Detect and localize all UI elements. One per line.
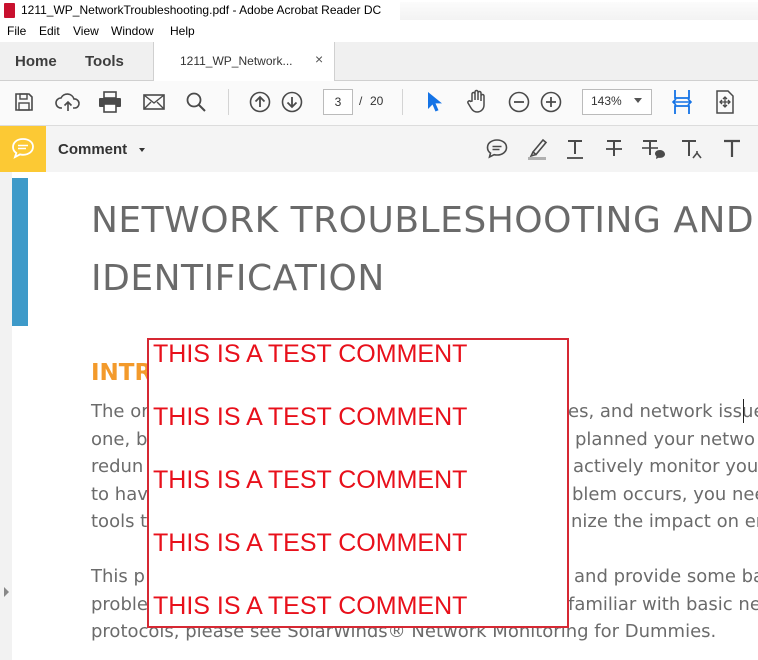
hand-icon[interactable] [465, 88, 489, 114]
strikethrough-text-icon[interactable] [603, 137, 625, 161]
body-text-right: planned your netwo [575, 429, 755, 450]
email-icon[interactable] [142, 92, 166, 112]
menu-help[interactable]: Help [170, 24, 195, 38]
chevron-down-icon[interactable] [634, 98, 642, 103]
comment-bubble-icon [12, 138, 34, 159]
menu-edit[interactable]: Edit [39, 24, 60, 38]
expand-panel-arrow-icon[interactable] [4, 587, 9, 597]
replace-text-icon[interactable] [640, 137, 668, 161]
body-text-left: redun [91, 456, 144, 477]
add-text-icon[interactable] [721, 137, 743, 161]
document-heading-line-2: IDENTIFICATION [91, 258, 385, 299]
comment-text-line: THIS IS A TEST COMMENT [153, 340, 468, 368]
zoom-out-icon[interactable] [507, 90, 531, 114]
upload-cloud-icon[interactable] [55, 91, 81, 113]
page-down-icon[interactable] [280, 90, 304, 114]
body-text-left: This p [91, 566, 145, 587]
comment-menu-label[interactable]: Comment [58, 141, 127, 158]
menu-view[interactable]: View [73, 24, 99, 38]
body-text-left: tools t [91, 511, 148, 532]
body-text-right: nize the impact on en [571, 511, 758, 532]
underline-text-icon[interactable] [564, 137, 586, 161]
menu-window[interactable]: Window [111, 24, 154, 38]
document-heading-line-1: NETWORK TROUBLESHOOTING AND [91, 200, 755, 241]
print-icon[interactable] [97, 90, 123, 114]
body-text-right: blem occurs, you nee [572, 484, 758, 505]
text-cursor [743, 399, 744, 423]
document-side-accent-bar [12, 178, 28, 326]
body-text-left: to hav [91, 484, 148, 505]
body-text-left: The or [91, 401, 149, 422]
comment-text-line: THIS IS A TEST COMMENT [153, 592, 468, 620]
tab-close-button[interactable]: × [315, 51, 323, 67]
search-icon[interactable] [185, 91, 207, 113]
tab-document-label: 1211_WP_Network... [180, 54, 293, 68]
sticky-note-icon[interactable] [485, 138, 509, 160]
insert-text-icon[interactable] [679, 137, 707, 161]
body-text-left: proble [91, 594, 148, 615]
body-text-right: familiar with basic ne [568, 594, 758, 615]
comment-text-line: THIS IS A TEST COMMENT [153, 466, 468, 494]
page-up-icon[interactable] [248, 90, 272, 114]
toolbar-separator [402, 89, 403, 115]
section-heading: INTR [91, 360, 153, 386]
tab-home[interactable]: Home [15, 53, 57, 70]
save-icon[interactable] [13, 91, 35, 113]
pdf-app-icon [4, 3, 15, 18]
toolbar-separator [228, 89, 229, 115]
page-number-input[interactable]: 3 [323, 89, 353, 115]
fit-width-icon[interactable] [670, 88, 694, 116]
chevron-down-icon[interactable] [139, 148, 145, 152]
window-title: 1211_WP_NetworkTroubleshooting.pdf - Ado… [21, 3, 382, 17]
comment-text-line: THIS IS A TEST COMMENT [153, 529, 468, 557]
highlight-icon[interactable] [525, 136, 549, 162]
fit-page-icon[interactable] [714, 89, 736, 115]
body-text-right: and provide some ba [574, 566, 758, 587]
menu-file[interactable]: File [7, 24, 26, 38]
page-total: 20 [370, 94, 384, 108]
comment-text-line: THIS IS A TEST COMMENT [153, 403, 468, 431]
body-text-right: es, and network issue [568, 401, 758, 422]
body-text-right: actively monitor your [573, 456, 758, 477]
tab-tools[interactable]: Tools [85, 53, 124, 70]
zoom-value: 143% [591, 94, 622, 108]
page-separator: / [359, 94, 363, 108]
select-arrow-icon[interactable] [424, 89, 444, 115]
zoom-in-icon[interactable] [539, 90, 563, 114]
body-text-left: one, b [91, 429, 148, 450]
title-bar-taskbar-overlay [400, 2, 758, 20]
